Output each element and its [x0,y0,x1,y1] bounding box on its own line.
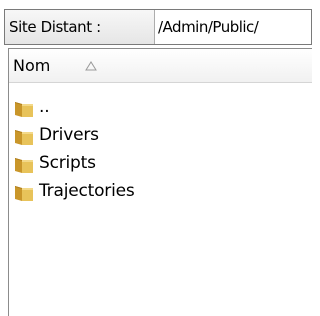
folder-icon [15,186,33,201]
list-item-scripts[interactable]: Scripts [9,149,312,177]
list-item-drivers[interactable]: Drivers [9,121,312,149]
sort-ascending-icon [85,61,97,71]
remote-path-input[interactable] [155,10,311,44]
file-rows: .. Drivers Scripts Trajectories [9,93,312,205]
list-item-label: Scripts [39,153,96,173]
remote-site-bar: Site Distant : [4,9,312,45]
list-item-label: Drivers [39,125,99,145]
column-header-name[interactable]: Nom [9,49,312,83]
remote-file-list[interactable]: Nom .. Drivers Scripts Trajectories [8,48,312,316]
list-item-trajectories[interactable]: Trajectories [9,177,312,205]
remote-site-panel: Site Distant : Nom .. [0,0,312,316]
folder-icon [15,102,33,117]
list-item-parent-dir[interactable]: .. [9,93,312,121]
folder-icon [15,130,33,145]
folder-icon [15,158,33,173]
column-header-label: Nom [13,56,51,75]
list-item-label: Trajectories [39,181,135,201]
remote-site-label: Site Distant : [5,10,155,44]
list-item-label: .. [39,97,50,117]
